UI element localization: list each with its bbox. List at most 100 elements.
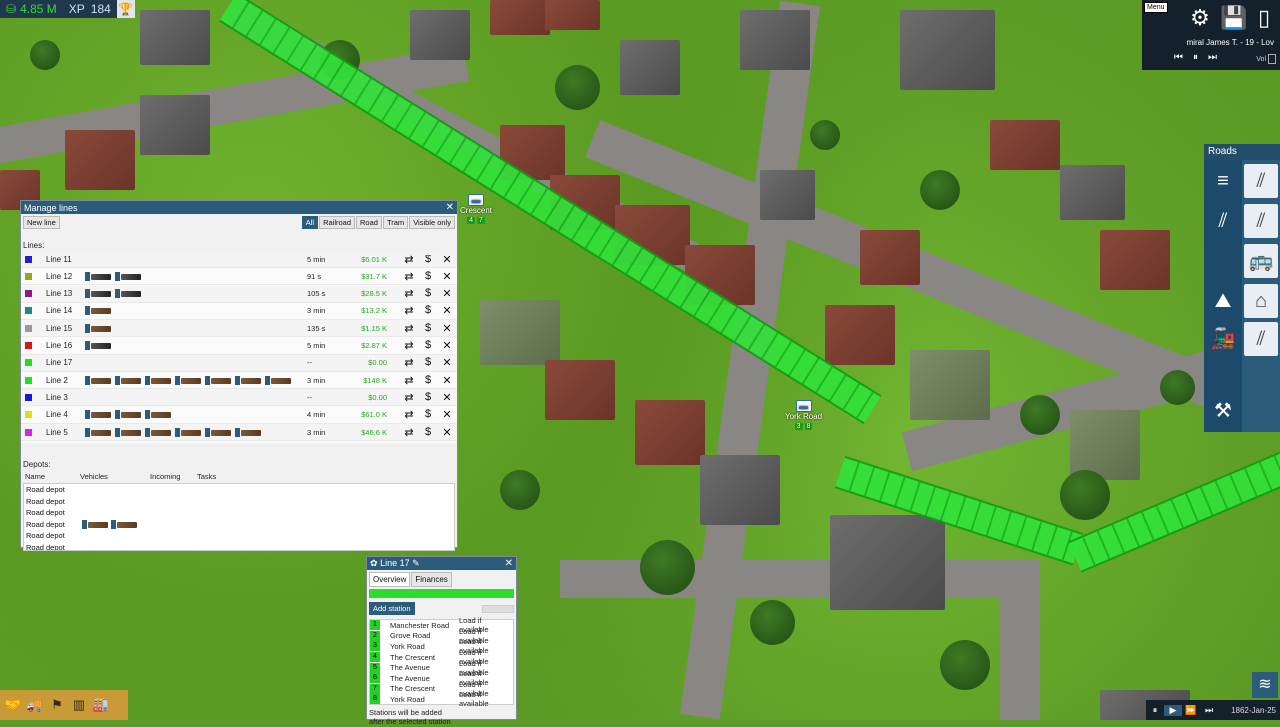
line-delete-icon[interactable]: ✕	[441, 322, 453, 335]
line-row[interactable]: Line 13 105 s $28.5 K ⇄ $ ✕	[21, 285, 457, 303]
line-vehicles-manage-icon[interactable]: ⇄	[403, 408, 415, 421]
fastest-forward-icon[interactable]: ⏭	[1200, 705, 1218, 716]
horse-carriage-icon[interactable]	[115, 375, 141, 385]
pause-music-icon[interactable]: ⏸	[1193, 52, 1198, 63]
line-color-swatch[interactable]	[25, 324, 32, 332]
railroad-tool-icon[interactable]: ≡	[1206, 164, 1240, 198]
line-finances-icon[interactable]: $	[422, 270, 434, 283]
line-delete-icon[interactable]: ✕	[441, 255, 453, 266]
horse-carriage-icon[interactable]	[82, 519, 108, 529]
line-color-swatch[interactable]	[25, 411, 32, 419]
line-name[interactable]: Line 13	[46, 289, 72, 298]
trophy-icon[interactable]: 🏆	[116, 0, 135, 18]
train-vehicle-icon[interactable]	[85, 341, 111, 350]
line-row[interactable]: Line 2 3 min $148 K ⇄ $ ✕	[21, 372, 457, 390]
horse-carriage-icon[interactable]	[145, 375, 171, 385]
line-finances-icon[interactable]: $	[422, 356, 434, 369]
station-load-option[interactable]: Load if available	[459, 690, 513, 708]
filter-tram-button[interactable]: Tram	[382, 216, 409, 229]
bus-stop-tool-icon[interactable]: 🚌	[1244, 244, 1278, 278]
handshake-icon[interactable]: 🤝	[4, 696, 22, 714]
upgrade-road-icon[interactable]: ⫽	[1244, 322, 1278, 356]
line-vehicles-manage-icon[interactable]: ⇄	[403, 287, 415, 300]
filter-road-button[interactable]: Road	[356, 216, 382, 229]
tab-overview[interactable]: Overview	[369, 572, 411, 587]
line-delete-icon[interactable]: ✕	[441, 339, 453, 352]
line-finances-icon[interactable]: $	[422, 304, 434, 317]
line-delete-icon[interactable]: ✕	[441, 408, 453, 421]
line-name[interactable]: Line 17	[46, 358, 72, 367]
line-vehicles-manage-icon[interactable]: ⇄	[403, 356, 415, 369]
line-finances-icon[interactable]: $	[422, 374, 434, 387]
depot-row[interactable]: Road depot	[24, 496, 454, 508]
line-row[interactable]: Line 11 5 min $6.01 K ⇄ $ ✕	[21, 255, 457, 268]
line-finances-icon[interactable]: $	[422, 322, 434, 335]
line-row[interactable]: Line 4 4 min $61.0 K ⇄ $ ✕	[21, 407, 457, 424]
manage-lines-titlebar[interactable]: Manage lines ✕	[21, 201, 457, 214]
line-name[interactable]: Line 5	[46, 428, 68, 437]
horse-carriage-icon[interactable]	[85, 410, 111, 420]
line-color-swatch[interactable]	[25, 342, 32, 349]
save-icon[interactable]: 💾	[1220, 4, 1248, 32]
depot-list[interactable]: Road depot Road depot Road depot Road depot…	[23, 483, 455, 551]
bulldoze-tool-icon[interactable]: ⚒	[1206, 394, 1240, 428]
line-name[interactable]: Line 14	[46, 306, 72, 315]
horse-carriage-icon[interactable]	[85, 323, 111, 333]
pause-icon[interactable]: ⏸	[1146, 705, 1164, 716]
line-color-swatch[interactable]	[25, 376, 32, 384]
line-name[interactable]: Line 12	[46, 272, 72, 281]
close-icon[interactable]: ✕	[446, 202, 454, 213]
vehicles-icon[interactable]: 🚚	[26, 696, 44, 714]
line-vehicles-manage-icon[interactable]: ⇄	[403, 339, 415, 352]
line-name[interactable]: Line 16	[46, 341, 72, 350]
horse-carriage-icon[interactable]	[145, 427, 171, 437]
line-delete-icon[interactable]: ✕	[441, 374, 453, 387]
line-row[interactable]: Line 15 135 s $1.15 K ⇄ $ ✕	[21, 320, 457, 338]
lines-table[interactable]: Line 11 5 min $6.01 K ⇄ $ ✕ Line 12 91 s $31.7 K…	[21, 255, 457, 443]
line-delete-icon[interactable]: ✕	[441, 426, 453, 439]
filter-railroad-button[interactable]: Railroad	[319, 216, 356, 229]
tab-finances[interactable]: Finances	[411, 572, 452, 587]
train-vehicle-icon[interactable]	[115, 271, 141, 281]
settings-gear-icon[interactable]: ⚙	[1186, 4, 1214, 32]
station-marker-crescent[interactable]: ▬ Crescent 47	[460, 194, 492, 224]
filter-visible-only-button[interactable]: Visible only	[409, 216, 455, 229]
horse-carriage-icon[interactable]	[85, 375, 111, 385]
fast-forward-icon[interactable]: ⏩	[1182, 705, 1200, 716]
horse-carriage-icon[interactable]	[145, 410, 171, 420]
line-delete-icon[interactable]: ✕	[441, 270, 453, 283]
previous-track-icon[interactable]: ⏮	[1174, 52, 1183, 63]
new-line-button[interactable]: New line	[23, 215, 60, 229]
line-name[interactable]: Line 11	[46, 255, 72, 264]
line-finances-icon[interactable]: $	[422, 391, 434, 404]
line-color-swatch[interactable]	[25, 290, 32, 298]
line-color-swatch[interactable]	[25, 359, 32, 367]
line-finances-icon[interactable]: $	[422, 255, 434, 266]
line-color-swatch[interactable]	[25, 428, 32, 436]
depot-row[interactable]: Road depot	[24, 507, 454, 519]
line-color-swatch[interactable]	[25, 393, 32, 401]
train-vehicle-icon[interactable]	[85, 289, 111, 299]
horse-carriage-icon[interactable]	[115, 410, 141, 420]
road-selected-icon[interactable]: ⫽	[1206, 204, 1240, 238]
depot-row[interactable]: Road depot	[24, 530, 454, 542]
line-row[interactable]: Line 17 -- $0.00 ⇄ $ ✕	[21, 354, 457, 372]
line-finances-icon[interactable]: $	[422, 287, 434, 300]
road-wide-icon[interactable]: ⫽	[1244, 204, 1278, 238]
next-track-icon[interactable]: ⏭	[1208, 52, 1217, 63]
line-delete-icon[interactable]: ✕	[441, 304, 453, 317]
train-vehicle-icon[interactable]	[115, 289, 141, 299]
horse-carriage-icon[interactable]	[115, 427, 141, 437]
line-color-swatch[interactable]	[25, 307, 32, 315]
line-name[interactable]: Line 2	[46, 376, 68, 385]
line-finances-icon[interactable]: $	[422, 426, 434, 439]
edit-pencil-icon[interactable]: ✎	[412, 558, 420, 568]
play-icon[interactable]: ▶	[1164, 704, 1182, 716]
horse-carriage-icon[interactable]	[205, 427, 231, 437]
horse-carriage-icon[interactable]	[235, 375, 261, 385]
city-icon[interactable]: ▥	[70, 696, 88, 714]
menu-button[interactable]: Menu	[1144, 2, 1168, 13]
horse-carriage-icon[interactable]	[175, 375, 201, 385]
terrain-tool-icon[interactable]: ⛰	[1206, 284, 1240, 318]
line-row[interactable]: Line 12 91 s $31.7 K ⇄ $ ✕	[21, 268, 457, 286]
